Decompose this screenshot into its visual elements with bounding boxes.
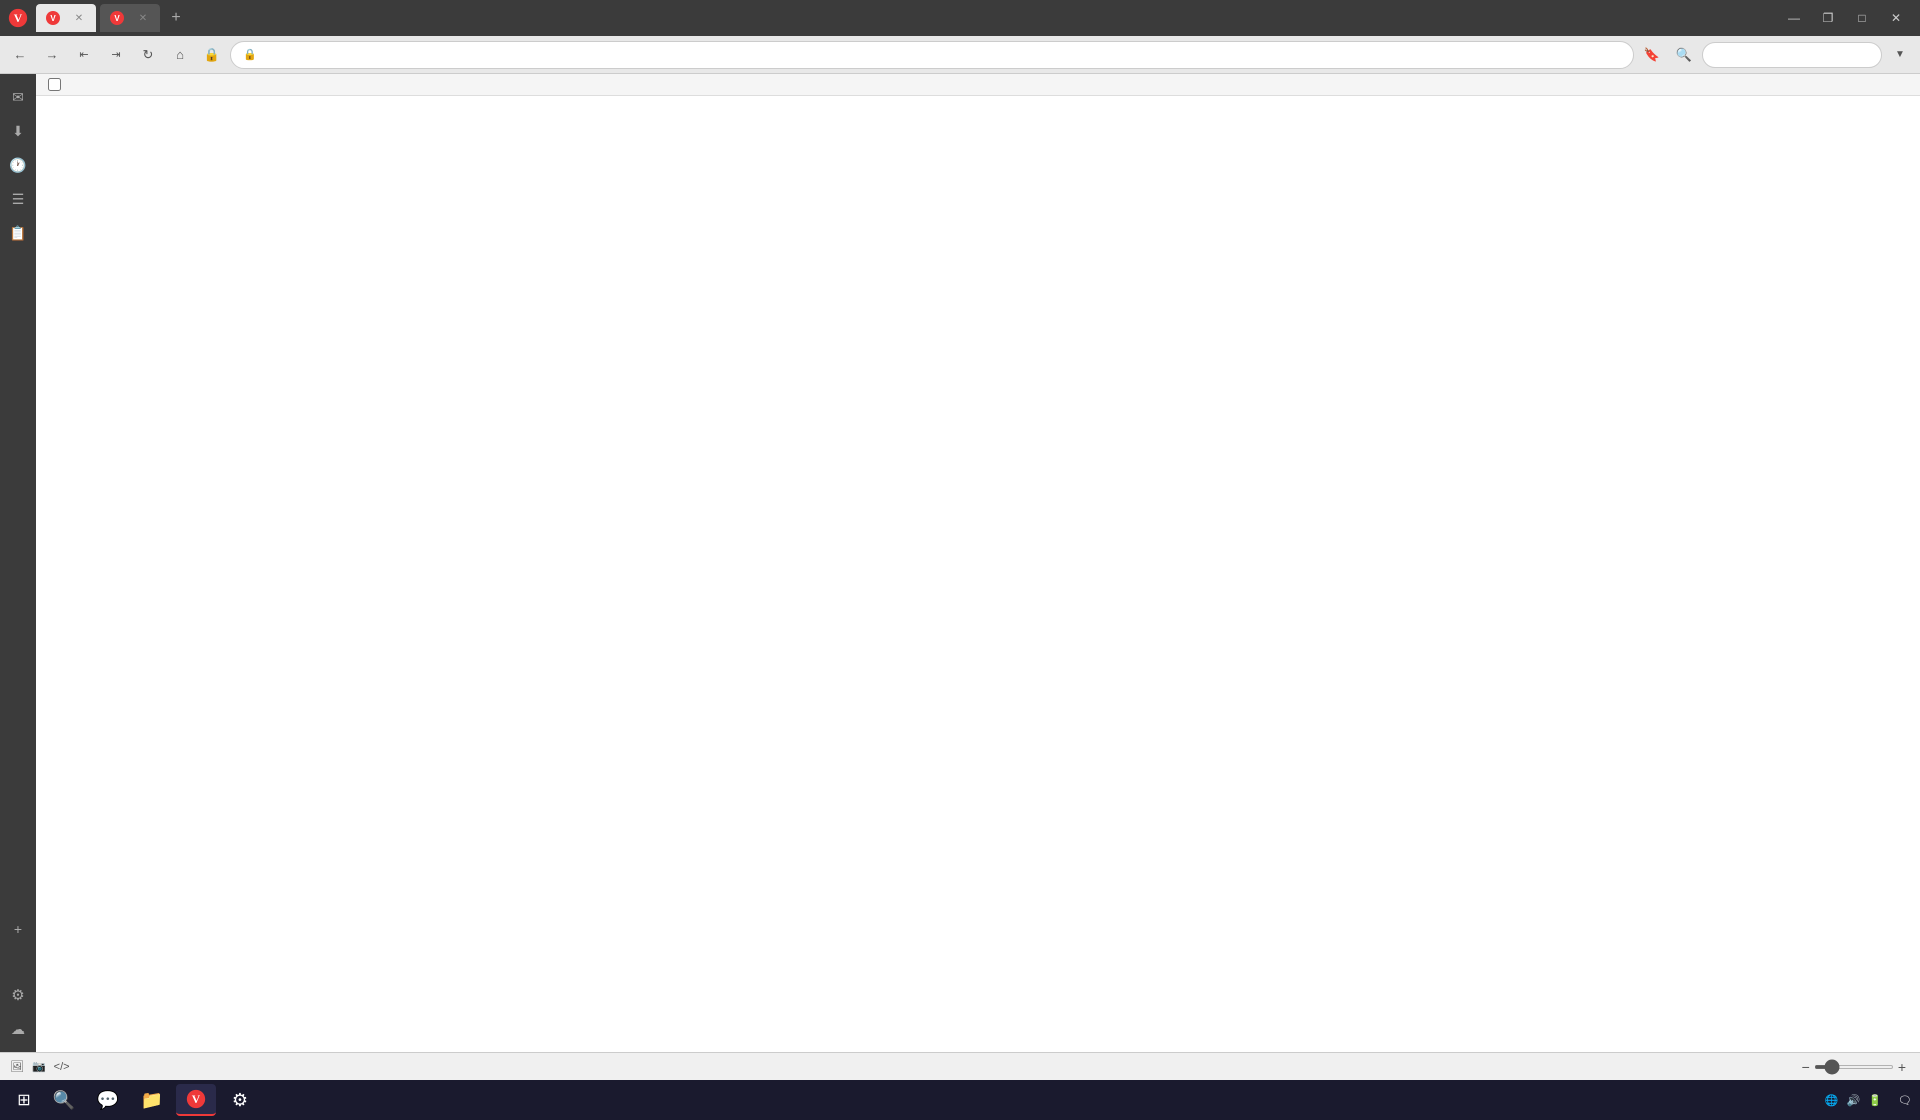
tab-close-2[interactable]: ✕ (136, 11, 150, 25)
sidebar-sync-button[interactable]: ☁ (3, 1014, 33, 1044)
taskbar-sound-icon: 🔊 (1847, 1094, 1861, 1107)
new-tab-button[interactable]: + (164, 6, 188, 30)
tab-viewsource[interactable]: V ✕ (100, 4, 160, 32)
status-code-icon: </> (54, 1061, 70, 1073)
search-dropdown[interactable]: ▼ (1886, 41, 1914, 69)
taskbar-network-icon: 🌐 (1825, 1094, 1839, 1107)
reload-button[interactable]: ↻ (134, 41, 162, 69)
sidebar-bookmarks-button[interactable]: ☰ (3, 184, 33, 214)
sidebar-bottom: + (3, 914, 33, 952)
status-image-icon: 🖼 (10, 1060, 24, 1073)
tab-favicon-1: V (46, 11, 60, 25)
taskbar-files-button[interactable]: 📁 (132, 1084, 172, 1116)
taskbar-search-button[interactable]: 🔍 (44, 1084, 84, 1116)
taskbar-vivaldi-button[interactable]: V (176, 1084, 216, 1116)
forward-button[interactable]: → (38, 41, 66, 69)
taskbar-settings-button[interactable]: ⚙ (220, 1084, 260, 1116)
svg-text:V: V (192, 1093, 201, 1106)
sidebar-settings-button[interactable]: ⚙ (3, 980, 33, 1010)
browser-window: V V ✕ V ✕ + — ❐ □ ✕ ← → ⇤ ⇥ ↻ ⌂ 🔒 (0, 0, 1920, 1080)
source-view[interactable] (36, 96, 1920, 1052)
wrap-checkbox[interactable] (48, 78, 61, 91)
lock-icon: 🔒 (243, 48, 257, 61)
nav-bar: ← → ⇤ ⇥ ↻ ⌂ 🔒 🔒 🔖 🔍 ▼ (0, 36, 1920, 74)
search-icon: 🔍 (1670, 41, 1698, 69)
taskbar: ⊞ 🔍 💬 📁 V ⚙ 🌐 🔊 🔋 🗨 (0, 1080, 1920, 1120)
sidebar-download-button[interactable]: ⬇ (3, 116, 33, 146)
zoom-out-button[interactable]: − (1802, 1059, 1810, 1075)
taskbar-cortana-button[interactable]: 💬 (88, 1084, 128, 1116)
shield-button[interactable]: 🔒 (198, 41, 226, 69)
last-button[interactable]: ⇥ (102, 41, 130, 69)
zoom-slider[interactable] (1814, 1065, 1894, 1069)
tab-close-1[interactable]: ✕ (72, 11, 86, 25)
vivaldi-logo: V (8, 8, 28, 28)
restore-button[interactable]: ❐ (1812, 4, 1844, 32)
first-button[interactable]: ⇤ (70, 41, 98, 69)
title-bar: V V ✕ V ✕ + — ❐ □ ✕ (0, 0, 1920, 36)
tab-favicon-2: V (110, 11, 124, 25)
main-area: ✉ ⬇ 🕐 ☰ 📋 + ⚙ ☁ (0, 74, 1920, 1052)
wrap-label[interactable] (48, 78, 65, 91)
svg-text:V: V (14, 12, 23, 25)
source-toolbar (36, 74, 1920, 96)
sidebar-mail-button[interactable]: ✉ (3, 82, 33, 112)
maximize-button[interactable]: □ (1846, 4, 1878, 32)
zoom-control: − + (1802, 1059, 1910, 1075)
back-button[interactable]: ← (6, 41, 34, 69)
sidebar-add-button[interactable]: + (3, 914, 33, 944)
status-right: − + (1790, 1059, 1910, 1075)
home-button[interactable]: ⌂ (166, 41, 194, 69)
taskbar-notification-icon: 🗨 (1898, 1094, 1912, 1107)
search-area: 🔍 ▼ (1670, 41, 1914, 69)
start-button[interactable]: ⊞ (8, 1084, 40, 1116)
window-controls: — ❐ □ ✕ (1778, 4, 1912, 32)
minimize-button[interactable]: — (1778, 4, 1810, 32)
tab-features[interactable]: V ✕ (36, 4, 96, 32)
status-video-icon: 📷 (32, 1060, 46, 1073)
taskbar-right: 🌐 🔊 🔋 🗨 (1825, 1094, 1912, 1107)
bookmark-button[interactable]: 🔖 (1638, 41, 1666, 69)
sidebar-history-button[interactable]: 🕐 (3, 150, 33, 180)
close-button[interactable]: ✕ (1880, 4, 1912, 32)
status-bar: 🖼 📷 </> − + (0, 1052, 1920, 1080)
search-input[interactable] (1702, 42, 1882, 68)
taskbar-battery-icon: 🔋 (1868, 1094, 1882, 1107)
sidebar: ✉ ⬇ 🕐 ☰ 📋 + ⚙ ☁ (0, 74, 36, 1052)
address-bar[interactable]: 🔒 (230, 41, 1634, 69)
sidebar-notes-button[interactable]: 📋 (3, 218, 33, 248)
content-area (36, 74, 1920, 1052)
zoom-in-button[interactable]: + (1898, 1059, 1906, 1075)
